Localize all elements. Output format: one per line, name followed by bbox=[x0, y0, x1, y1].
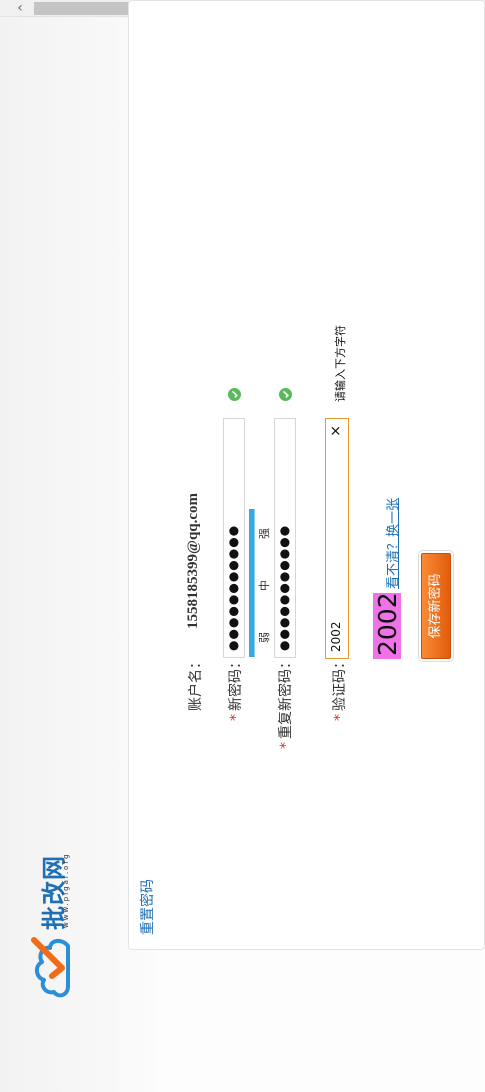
page-canvas: 批改网 www.pigai.org 重置密码 账户名： 1558185399@q… bbox=[0, 0, 485, 1092]
check-ok-icon bbox=[279, 388, 292, 401]
confirm-password-label: * 重复新密码： bbox=[275, 655, 295, 749]
password-strength-meter: 弱 中 强 bbox=[249, 509, 271, 657]
captcha-label: * 验证码： bbox=[329, 655, 349, 721]
account-label: 账户名： bbox=[188, 655, 204, 711]
check-ok-icon bbox=[228, 388, 241, 401]
required-mark: * bbox=[278, 742, 294, 749]
page-title: 重置密码 bbox=[140, 879, 156, 935]
new-password-label: * 新密码： bbox=[225, 655, 245, 721]
strength-weak-label: 弱 bbox=[258, 632, 271, 643]
strength-medium-label: 中 bbox=[258, 580, 271, 591]
strength-strong-label: 强 bbox=[258, 528, 271, 539]
save-password-button[interactable]: 保存新密码 bbox=[420, 542, 452, 670]
logo-url: www.pigai.org bbox=[62, 852, 70, 928]
cloud-check-logo-icon bbox=[31, 937, 70, 998]
reset-password-card: 重置密码 账户名： 1558185399@qq.com * 新密码： ●●●●●●… bbox=[128, 0, 485, 950]
captcha-refresh-prefix[interactable]: 看不清？ bbox=[386, 537, 401, 589]
captcha-label-text: 验证码： bbox=[332, 655, 348, 711]
confirm-password-field[interactable]: ●●●●●●●●●●● bbox=[274, 418, 296, 658]
required-mark: * bbox=[332, 714, 348, 721]
confirm-password-label-text: 重复新密码： bbox=[278, 655, 294, 739]
account-value: 1558185399@qq.com bbox=[185, 492, 201, 629]
required-mark: * bbox=[228, 714, 244, 721]
new-password-field[interactable]: ●●●●●●●●●●● bbox=[223, 418, 245, 658]
captcha-input-value: 2002 bbox=[329, 621, 343, 652]
captcha-image-text: 2002 bbox=[373, 592, 402, 656]
captcha-hint: 请输入下方字符 bbox=[334, 325, 347, 402]
strength-bar bbox=[249, 509, 255, 657]
clear-icon[interactable]: × bbox=[328, 425, 344, 437]
new-password-label-text: 新密码： bbox=[228, 655, 244, 711]
captcha-refresh[interactable]: 看不清？换一张 bbox=[382, 498, 401, 589]
captcha-refresh-link[interactable]: 换一张 bbox=[386, 498, 401, 537]
captcha-image[interactable]: 2002 bbox=[373, 592, 402, 659]
site-logo[interactable]: 批改网 www.pigai.org bbox=[28, 830, 76, 1000]
captcha-input[interactable]: 2002 × bbox=[325, 418, 349, 659]
